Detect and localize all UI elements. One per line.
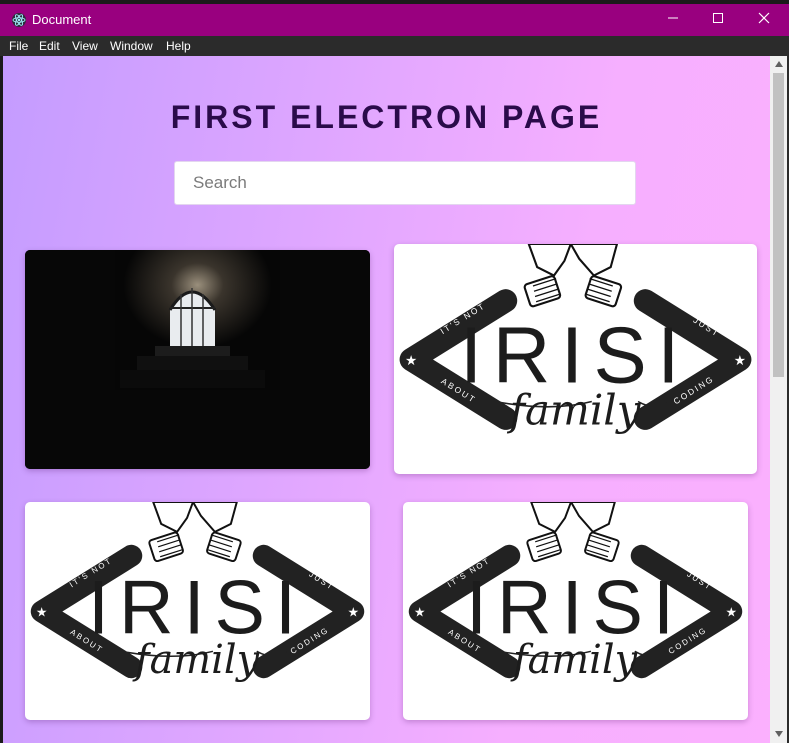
arrow-down-icon [770, 731, 787, 737]
irisi-family-logo [403, 502, 748, 720]
window-title: Document [32, 12, 92, 27]
scroll-down-button[interactable] [770, 726, 787, 743]
minimize-icon [650, 12, 696, 24]
image-card-irisi-logo[interactable] [25, 502, 370, 720]
scroll-up-button[interactable] [770, 56, 787, 73]
menu-window[interactable]: Window [110, 39, 153, 53]
search-input[interactable] [174, 161, 636, 205]
image-card-irisi-logo[interactable] [403, 502, 748, 720]
irisi-family-logo [394, 244, 757, 474]
window-titlebar[interactable]: Document [0, 0, 789, 36]
close-button[interactable] [741, 7, 787, 33]
page-title: FIRST ELECTRON PAGE [170, 99, 603, 135]
vertical-scrollbar[interactable] [770, 56, 787, 743]
maximize-icon [695, 12, 741, 24]
menu-edit[interactable]: Edit [39, 39, 60, 53]
corridor-doorway-image [25, 250, 370, 469]
menu-bar: File Edit View Window Help [0, 36, 789, 56]
page-content: FIRST ELECTRON PAGE [3, 56, 770, 743]
menu-view[interactable]: View [72, 39, 98, 53]
irisi-family-logo [25, 502, 370, 720]
scrollbar-thumb[interactable] [773, 73, 784, 377]
menu-help[interactable]: Help [166, 39, 191, 53]
image-card-corridor[interactable] [25, 250, 370, 469]
arrow-up-icon [770, 61, 787, 67]
close-icon [741, 12, 787, 24]
maximize-button[interactable] [695, 7, 741, 33]
minimize-button[interactable] [650, 7, 696, 33]
menu-file[interactable]: File [9, 39, 28, 53]
image-card-irisi-logo[interactable] [394, 244, 757, 474]
electron-app-icon [11, 12, 27, 28]
